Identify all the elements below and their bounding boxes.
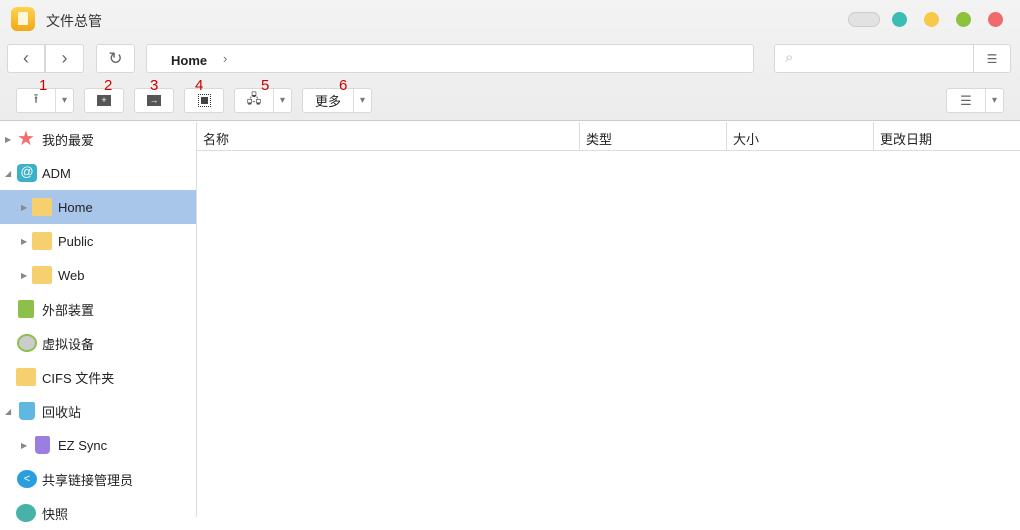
forward-button[interactable]: ›	[45, 44, 84, 73]
upload-icon: ⭱	[33, 90, 39, 106]
expand-icon[interactable]: ▶	[21, 271, 27, 280]
sidebar-item-recycle-bin[interactable]: ◢ 回收站	[0, 394, 196, 428]
search-icon: ⌕	[785, 49, 794, 66]
sidebar-item-label: 我的最爱	[42, 132, 95, 148]
folder-plus-icon: +	[97, 95, 111, 106]
app-icon	[11, 7, 35, 31]
chevron-down-icon[interactable]: ▾	[55, 89, 73, 112]
select-all-icon	[197, 94, 211, 107]
sidebar-item-label: 虚拟设备	[42, 336, 95, 352]
sidebar-item-ez-sync[interactable]: ▶ EZ Sync	[0, 428, 196, 462]
sidebar: ▶ ★ 我的最爱 ◢ @ ADM ▶ Home ▶ Public ▶ Web 外部装置 虚拟设…	[0, 122, 197, 522]
column-size[interactable]: 大小	[727, 122, 874, 150]
share-icon: <	[17, 470, 37, 488]
snapshot-icon	[16, 504, 36, 522]
recycle-bin-icon	[35, 436, 50, 454]
select-all-button[interactable]	[184, 88, 224, 113]
sidebar-item-label: 快照	[42, 506, 69, 522]
column-type[interactable]: 类型	[580, 122, 727, 150]
sidebar-item-label: CIFS 文件夹	[42, 370, 115, 386]
sidebar-item-label: Home	[58, 199, 93, 215]
sidebar-item-adm[interactable]: ◢ @ ADM	[0, 156, 196, 190]
window-info-button[interactable]	[892, 12, 907, 27]
refresh-button[interactable]: ↻	[96, 44, 135, 73]
chevron-right-icon: ›	[223, 51, 228, 66]
sidebar-item-public[interactable]: ▶ Public	[0, 224, 196, 258]
annotation-number: 6	[339, 77, 348, 94]
header: 文件总管 ‹ › ↻ Home › ⌕ ☰ ⭱ ▾ + → 🖧 ▾ 更多 ▾ 1 2 …	[0, 0, 1020, 121]
chevron-down-icon[interactable]: ▾	[985, 89, 1003, 112]
annotation-number: 3	[150, 77, 159, 94]
shared-folder-icon	[32, 198, 52, 216]
chevron-down-icon[interactable]: ▾	[273, 89, 291, 112]
sidebar-item-label: ADM	[42, 165, 71, 181]
sidebar-item-snapshots[interactable]: 快照	[0, 496, 196, 530]
adm-icon: @	[17, 164, 37, 182]
file-list-header: 名称 类型 大小 更改日期	[197, 122, 1020, 151]
annotation-number: 1	[39, 77, 48, 94]
folder-move-icon: →	[147, 95, 161, 106]
address-bar[interactable]: Home ›	[146, 44, 754, 73]
column-name[interactable]: 名称	[197, 122, 580, 150]
recycle-bin-icon	[19, 402, 35, 420]
shared-folder-icon	[32, 232, 52, 250]
sidebar-item-label: 回收站	[42, 404, 82, 420]
annotation-number: 2	[104, 77, 113, 94]
usb-drive-icon	[18, 300, 34, 318]
chevron-down-icon[interactable]: ▾	[353, 89, 371, 112]
sidebar-item-label: Public	[58, 233, 94, 249]
window-title: 文件总管	[46, 13, 102, 29]
sidebar-item-label: EZ Sync	[58, 437, 108, 453]
sidebar-item-cifs[interactable]: CIFS 文件夹	[0, 360, 196, 394]
sidebar-item-label: 外部装置	[42, 302, 95, 318]
more-button[interactable]: 更多 ▾	[302, 88, 372, 113]
minimize-button[interactable]	[924, 12, 939, 27]
breadcrumb-home[interactable]: Home	[171, 53, 207, 68]
sidebar-item-share-links[interactable]: < 共享链接管理员	[0, 462, 196, 496]
column-modified[interactable]: 更改日期	[874, 122, 1020, 150]
sidebar-item-favorites[interactable]: ▶ ★ 我的最爱	[0, 122, 196, 156]
collapse-icon[interactable]: ◢	[5, 169, 11, 178]
sidebar-item-web[interactable]: ▶ Web	[0, 258, 196, 292]
search-input[interactable]: ⌕	[774, 44, 974, 73]
maximize-button[interactable]	[956, 12, 971, 27]
filter-button[interactable]: ☰	[973, 44, 1011, 73]
sidebar-item-home[interactable]: ▶ Home	[0, 190, 196, 224]
sidebar-item-label: 共享链接管理员	[42, 472, 134, 488]
close-button[interactable]	[988, 12, 1003, 27]
collapse-icon[interactable]: ◢	[5, 407, 11, 416]
expand-icon[interactable]: ▶	[21, 237, 27, 246]
view-mode-button[interactable]: ☰ ▾	[946, 88, 1004, 113]
expand-icon[interactable]: ▶	[21, 203, 27, 212]
back-button[interactable]: ‹	[7, 44, 45, 73]
window-toggle-button[interactable]	[848, 12, 880, 27]
sidebar-item-label: Web	[58, 267, 85, 283]
expand-icon[interactable]: ▶	[21, 441, 27, 450]
sidebar-item-virtual-devices[interactable]: 虚拟设备	[0, 326, 196, 360]
disc-icon	[17, 334, 37, 352]
sidebar-item-external-devices[interactable]: 外部装置	[0, 292, 196, 326]
list-view-icon: ☰	[960, 92, 972, 108]
shared-folder-icon	[32, 266, 52, 284]
expand-icon[interactable]: ▶	[5, 135, 11, 144]
annotation-number: 5	[261, 77, 270, 94]
folder-icon	[16, 368, 36, 386]
star-icon: ★	[17, 128, 35, 150]
annotation-number: 4	[195, 77, 204, 94]
